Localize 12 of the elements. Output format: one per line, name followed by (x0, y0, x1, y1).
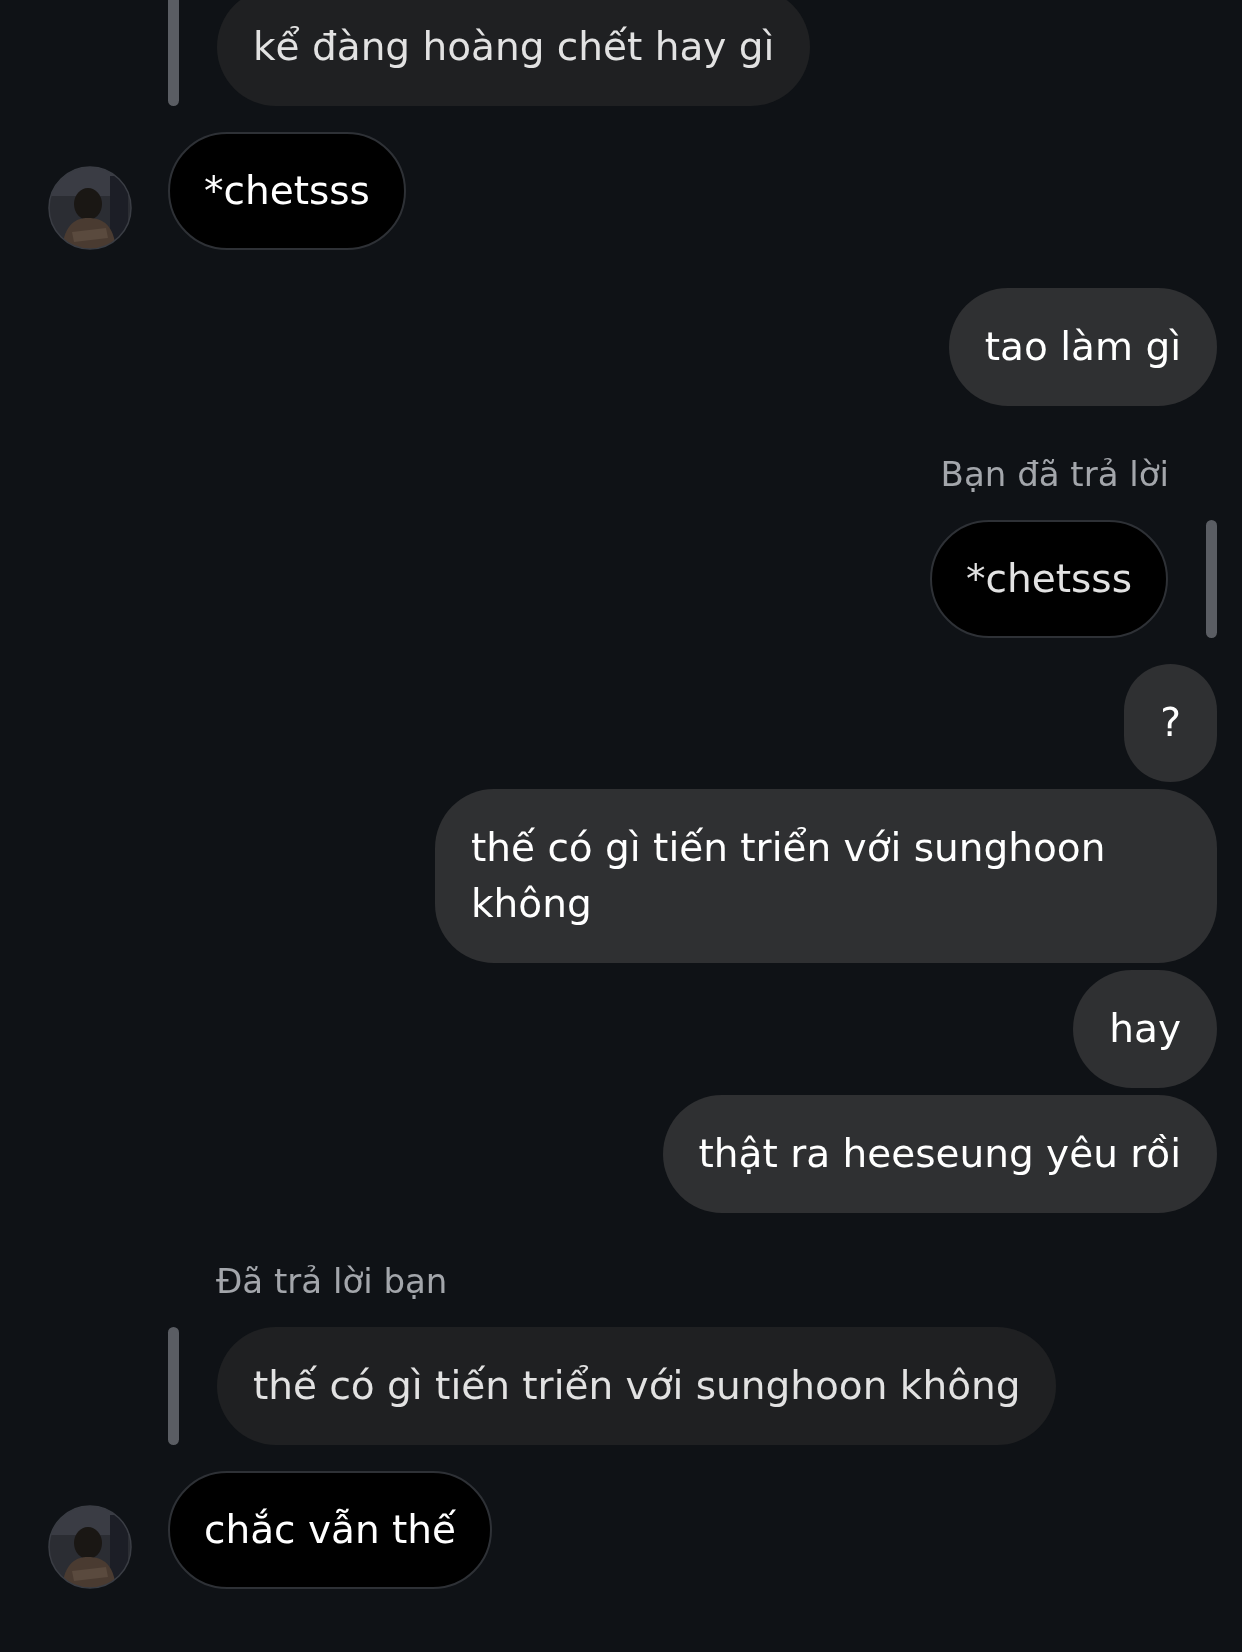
reply-label: Đã trả lời bạn (215, 1261, 448, 1301)
quoted-message[interactable]: thế có gì tiến triển với sunghoon không (217, 1327, 1057, 1445)
message-bubble: hay (1073, 970, 1217, 1088)
message-bubble: thật ra heeseung yêu rồi (662, 1095, 1217, 1213)
message-bubble: thế có gì tiến triển với sunghoon không (435, 789, 1217, 963)
message-bubble: ? (1124, 664, 1217, 782)
reply-label: Bạn đã trả lời (940, 454, 1170, 494)
quoted-message[interactable]: *chetsss (930, 520, 1168, 638)
message-bubble: *chetsss (168, 132, 406, 250)
message-bubble: chắc vẫn thế (168, 1471, 492, 1589)
message-bubble: tao làm gì (948, 288, 1217, 406)
quoted-message[interactable]: kể đàng hoàng chết hay gì (217, 0, 811, 106)
